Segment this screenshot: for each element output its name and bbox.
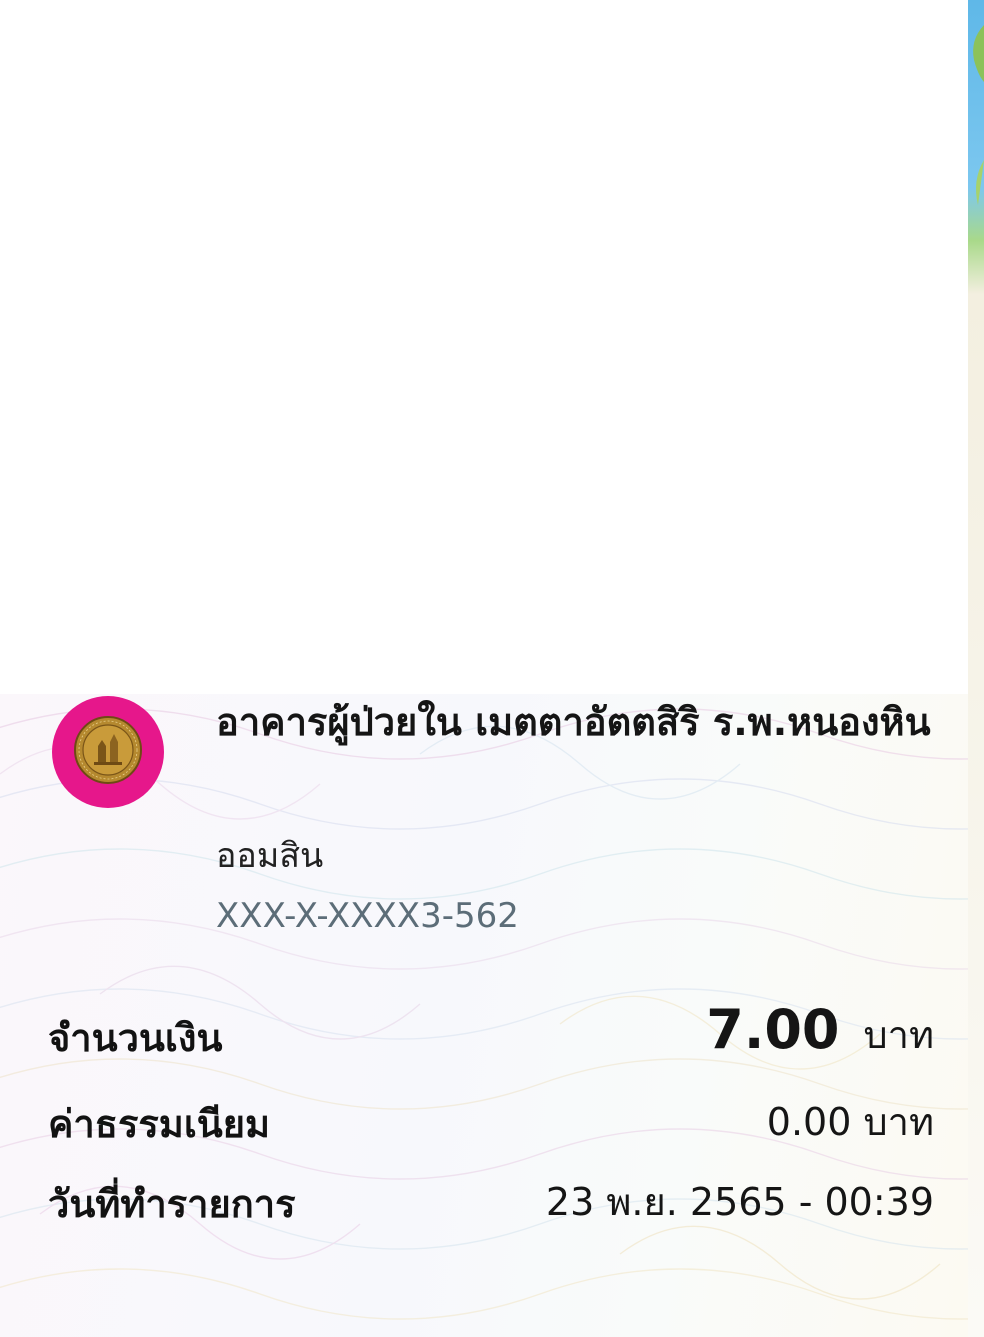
amount-value-group: 7.00 บาท [706, 1002, 934, 1063]
transaction-date-value: 23 พ.ย. 2565 - 00:39 [545, 1180, 934, 1224]
amount-unit: บาท [863, 1013, 934, 1057]
transaction-date-label: วันที่ทำรายการ [48, 1182, 296, 1226]
payee-bank-name: ออมสิน [216, 836, 324, 876]
leaf-decoration-icon [976, 160, 984, 205]
payee-name: อาคารผู้ป่วยใน เมตตาอัตตสิริ ร.พ.หนองหิน [216, 700, 931, 744]
payee-account-number: XXX-X-XXXX3-562 [216, 896, 519, 936]
amount-label: จำนวนเงิน [48, 1016, 223, 1060]
gsb-bank-logo-icon [52, 696, 164, 808]
leaf-decoration-icon [973, 25, 984, 82]
blank-top-area [0, 0, 968, 694]
fee-label: ค่าธรรมเนียม [48, 1102, 271, 1146]
fee-value: 0.00 บาท [766, 1100, 934, 1144]
amount-value: 7.00 [706, 998, 840, 1061]
